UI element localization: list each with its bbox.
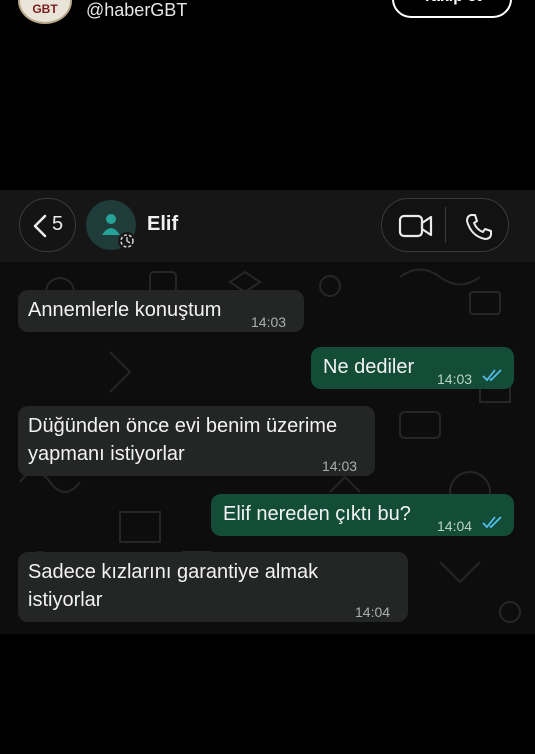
read-receipt-icon	[482, 369, 502, 382]
account-handle[interactable]: @haberGBT	[86, 0, 187, 21]
divider	[445, 207, 446, 243]
follow-button[interactable]: Takip et	[392, 0, 512, 18]
back-button[interactable]: 5	[19, 198, 76, 252]
message-time: 14:03	[322, 458, 358, 474]
message-text: Annemlerle konuştum	[28, 299, 222, 321]
profile-avatar[interactable]: GBT	[18, 0, 72, 24]
post-footer-blank	[0, 634, 535, 754]
message-incoming[interactable]: Düğünden önce evi benim üzerime yapmanı …	[18, 406, 375, 476]
post-header: GBT @haberGBT Takip et	[0, 0, 535, 40]
chevron-left-icon	[33, 214, 47, 238]
message-incoming[interactable]: Sadece kızlarını garantiye almak istiyor…	[18, 552, 408, 622]
chat-header: 5 Elif	[0, 190, 535, 262]
message-text: Elif nereden çıktı bu?	[223, 503, 411, 525]
message-text: Düğünden önce evi benim üzerime yapmanı …	[28, 415, 338, 465]
message-incoming[interactable]: Annemlerle konuştum 14:03	[18, 290, 304, 332]
message-text: Sadece kızlarını garantiye almak istiyor…	[28, 561, 319, 611]
phone-icon[interactable]	[464, 212, 494, 242]
message-time: 14:03	[437, 371, 473, 387]
status-update-icon	[118, 232, 136, 250]
message-time: 14:03	[251, 314, 287, 330]
read-receipt-icon	[482, 516, 502, 529]
message-time: 14:04	[355, 604, 391, 620]
unread-count: 5	[52, 213, 64, 235]
contact-name[interactable]: Elif	[147, 213, 178, 236]
message-time: 14:04	[437, 518, 473, 534]
avatar-logo-text: GBT	[32, 2, 58, 16]
message-outgoing[interactable]: Elif nereden çıktı bu? 14:04	[211, 494, 514, 536]
message-text: Ne dediler	[323, 356, 415, 378]
call-actions	[381, 198, 509, 252]
video-call-icon[interactable]	[398, 213, 434, 239]
chat-screenshot: 5 Elif Annemlerle konuştum 14:03 Ne dedi…	[0, 190, 535, 634]
message-outgoing[interactable]: Ne dediler 14:03	[311, 347, 514, 389]
